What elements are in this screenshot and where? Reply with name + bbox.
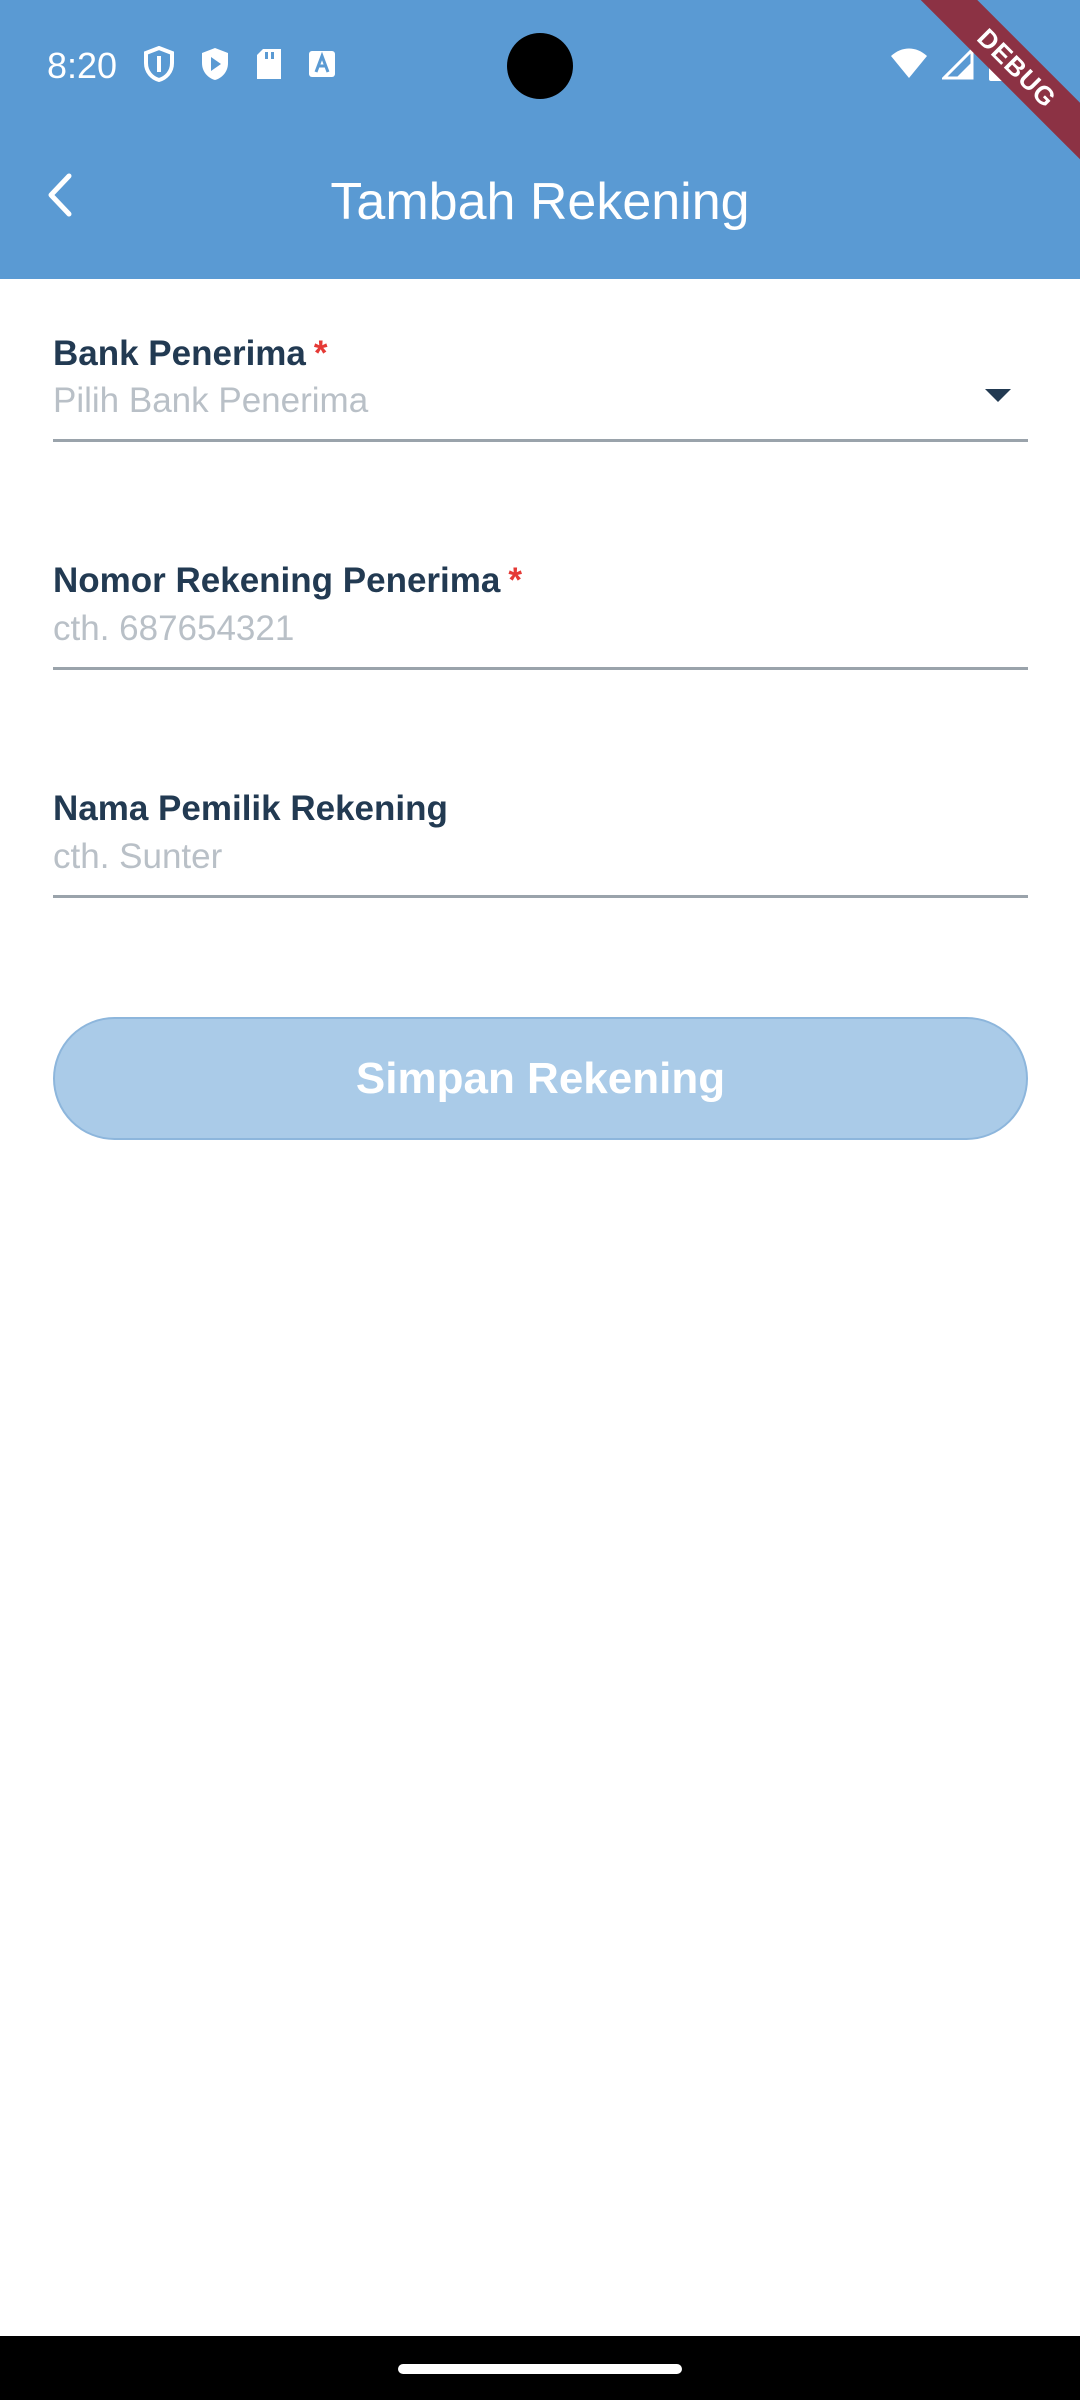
dropdown-caret-icon — [985, 389, 1011, 402]
account-name-input[interactable]: cth. Sunter — [53, 818, 1028, 898]
wifi-icon — [890, 48, 928, 80]
play-protect-icon — [199, 46, 231, 82]
screen: 8:20 DEBUG Tambah Rekening Bank Penerima… — [0, 0, 1080, 2400]
shield-icon — [143, 46, 175, 82]
account-number-placeholder: cth. 687654321 — [53, 608, 295, 648]
bank-dropdown-placeholder: Pilih Bank Penerima — [53, 380, 369, 420]
account-name-placeholder: cth. Sunter — [53, 836, 223, 876]
header-region: 8:20 DEBUG Tambah Rekening — [0, 0, 1080, 279]
sd-card-icon — [255, 47, 283, 81]
status-icons-left — [143, 46, 337, 82]
save-account-button[interactable]: Simpan Rekening — [53, 1017, 1028, 1140]
camera-cutout — [507, 33, 573, 99]
app-bar: Tambah Rekening — [0, 130, 1080, 279]
status-time: 8:20 — [47, 45, 118, 86]
page-title: Tambah Rekening — [330, 173, 750, 231]
bank-dropdown[interactable]: Pilih Bank Penerima — [53, 362, 1028, 442]
home-indicator[interactable] — [398, 2364, 682, 2374]
account-number-input[interactable]: cth. 687654321 — [53, 590, 1028, 670]
navigation-bar — [0, 2336, 1080, 2400]
status-bar: 8:20 DEBUG — [0, 0, 1080, 171]
font-a-icon — [307, 49, 337, 79]
signal-icon — [942, 48, 974, 80]
